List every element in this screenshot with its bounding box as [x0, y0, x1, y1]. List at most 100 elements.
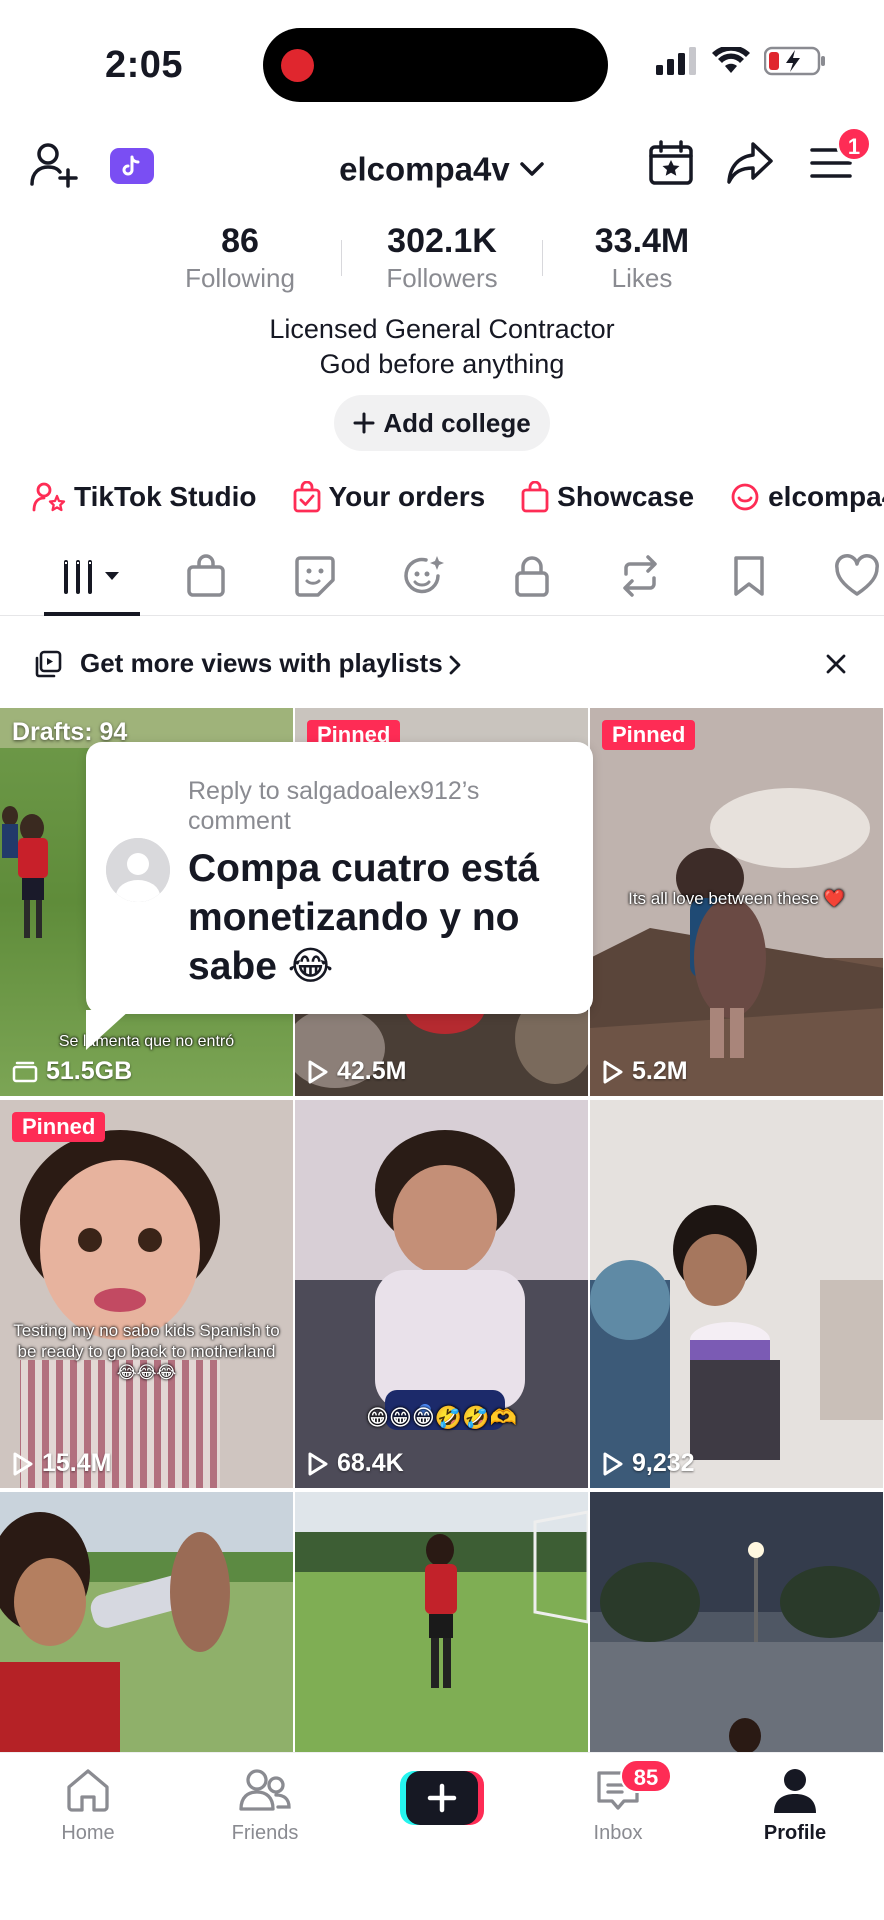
lock-icon — [515, 556, 549, 597]
pinned-badge: Pinned — [12, 1112, 106, 1142]
dynamic-island — [263, 28, 608, 102]
video-tile[interactable] — [295, 1492, 588, 1752]
tab-reposts[interactable] — [618, 554, 662, 603]
likes-stat[interactable]: 33.4M Likes — [562, 222, 722, 294]
video-tile[interactable] — [0, 1492, 293, 1752]
video-views: 68.4K — [307, 1449, 404, 1478]
your-orders-link[interactable]: Your orders — [293, 481, 486, 513]
video-tile[interactable]: 9,232 — [590, 1100, 883, 1488]
create-button[interactable] — [400, 1771, 484, 1825]
likes-count: 33.4M — [594, 222, 690, 260]
chevron-down-icon — [520, 162, 544, 177]
following-label: Following — [185, 263, 295, 293]
nav-profile-label: Profile — [763, 1822, 827, 1844]
menu-notification-badge: 1 — [836, 126, 872, 162]
sticker-face-icon — [295, 556, 335, 597]
nav-friends[interactable]: Friends — [195, 1767, 335, 1845]
playlist-banner-text: Get more views with playlists — [80, 648, 443, 678]
stat-divider — [542, 240, 543, 276]
likes-label: Likes — [611, 263, 673, 293]
play-icon — [603, 1060, 623, 1083]
tab-ai-self[interactable] — [402, 554, 446, 603]
battery-charging-icon — [764, 46, 825, 76]
nav-inbox-label: Inbox — [593, 1822, 643, 1844]
add-college-button[interactable]: Add college — [334, 395, 550, 451]
home-icon — [67, 1769, 109, 1812]
video-tile[interactable]: 😁😁😁🤣🤣🫶 68.4K — [295, 1100, 588, 1488]
bookmark-icon — [734, 556, 764, 596]
views-count: 42.5M — [337, 1057, 407, 1085]
following-stat[interactable]: 86 Following — [160, 222, 320, 294]
tab-videos[interactable] — [60, 554, 126, 603]
friends-icon — [239, 1769, 291, 1811]
nav-profile[interactable]: Profile — [725, 1767, 865, 1845]
bio-line: God before anything — [319, 349, 565, 379]
external-profile-link[interactable]: elcompa4 — [730, 481, 884, 513]
tab-favorites[interactable] — [732, 554, 766, 603]
profile-links-row: TikTok Studio Your orders Showcase elcom… — [32, 476, 884, 518]
video-views: 15.4M — [12, 1449, 111, 1478]
video-tile[interactable]: Pinned Its all love between these ❤️ 5.2… — [590, 708, 883, 1096]
playlist-banner[interactable]: Get more views with playlists — [0, 640, 884, 686]
add-college-label: Add college — [383, 407, 531, 438]
person-star-icon — [32, 482, 66, 512]
video-tile[interactable] — [590, 1492, 883, 1752]
following-count: 86 — [221, 222, 259, 260]
pinned-badge: Pinned — [602, 720, 696, 750]
heart-icon — [835, 554, 879, 596]
status-time: 2:05 — [105, 44, 184, 86]
profile-bio: Licensed General Contractor God before a… — [0, 312, 884, 382]
storage-size: 51.5GB — [12, 1057, 132, 1086]
status-icons — [656, 46, 828, 76]
views-count: 5.2M — [632, 1057, 688, 1085]
sparkle-face-icon — [404, 556, 444, 594]
video-thumbnail — [0, 1492, 293, 1752]
chevron-right-icon — [449, 655, 461, 675]
tab-shop[interactable] — [186, 554, 226, 603]
views-count: 51.5GB — [46, 1057, 133, 1085]
tiktok-studio-link[interactable]: TikTok Studio — [32, 481, 257, 513]
video-thumbnail — [0, 1100, 293, 1488]
followers-count: 302.1K — [387, 222, 497, 260]
nav-home[interactable]: Home — [18, 1767, 158, 1845]
repost-icon — [623, 555, 657, 597]
tab-stickers[interactable] — [294, 554, 336, 603]
views-count: 15.4M — [42, 1449, 112, 1477]
play-icon — [603, 1452, 623, 1475]
bag-check-icon — [293, 481, 320, 513]
nav-home-label: Home — [61, 1822, 115, 1844]
showcase-link[interactable]: Showcase — [521, 481, 694, 513]
shopping-bag-icon — [187, 554, 225, 597]
video-tile[interactable]: Pinned Testing my no sabo kids Spanish t… — [0, 1100, 293, 1488]
video-thumbnail — [590, 1100, 883, 1488]
profile-tabs — [0, 548, 884, 616]
avatar — [106, 838, 170, 902]
close-icon[interactable] — [824, 652, 848, 676]
views-count: 9,232 — [632, 1449, 695, 1477]
views-count: 68.4K — [337, 1449, 404, 1477]
profile-icon — [774, 1769, 816, 1813]
nav-friends-label: Friends — [231, 1822, 299, 1844]
drafts-folder-icon — [12, 1061, 38, 1082]
your-orders-label: Your orders — [328, 481, 486, 512]
video-caption: Its all love between these ❤️ — [628, 889, 845, 908]
tiktok-studio-label: TikTok Studio — [74, 481, 257, 512]
cellular-signal-icon — [656, 47, 696, 75]
status-bar: 2:05 — [0, 0, 884, 120]
share-icon[interactable] — [726, 140, 774, 186]
shopping-bag-icon — [521, 481, 549, 513]
reply-comment-text: Compa cuatro está monetizando y no sabe … — [188, 847, 540, 988]
comment-reply-card[interactable]: Reply to salgadoalex912’s comment Compa … — [86, 742, 593, 1050]
chat-smile-icon — [731, 483, 759, 511]
profile-stats: 86 Following 302.1K Followers 33.4M Like… — [0, 222, 884, 294]
inbox-unread-badge: 85 — [620, 1759, 672, 1793]
video-caption: Testing my no sabo kids Spanish to be re… — [13, 1321, 280, 1382]
followers-stat[interactable]: 302.1K Followers — [362, 222, 522, 294]
video-caption: Se lamenta que no entró — [58, 1033, 235, 1050]
profile-header: elcompa4v 1 — [0, 126, 884, 200]
play-icon — [13, 1452, 33, 1475]
menu-button[interactable]: 1 — [808, 126, 872, 186]
calendar-star-icon[interactable] — [648, 140, 694, 186]
tab-liked[interactable] — [834, 554, 880, 603]
tab-private[interactable] — [514, 554, 550, 603]
